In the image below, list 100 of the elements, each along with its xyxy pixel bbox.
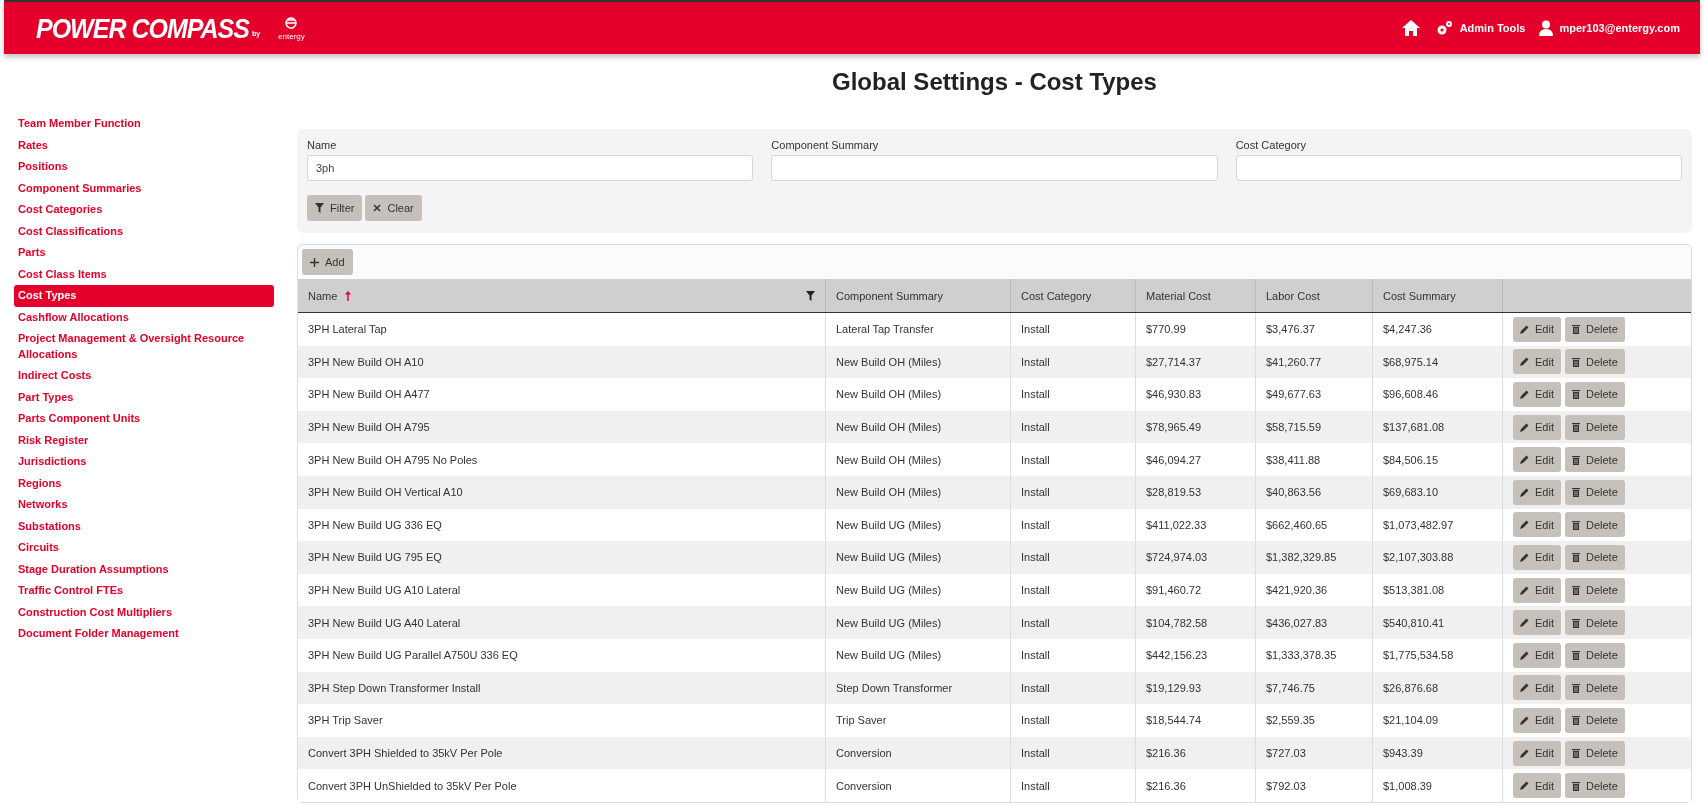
sidebar-item[interactable]: Cost Categories bbox=[14, 199, 274, 221]
table-cell: $792.03 bbox=[1256, 769, 1373, 802]
sidebar-item[interactable]: Substations bbox=[14, 515, 274, 537]
column-header[interactable]: Labor Cost bbox=[1256, 279, 1373, 312]
table-cell: Install bbox=[1011, 704, 1136, 737]
column-header[interactable]: Component Summary bbox=[826, 279, 1011, 312]
filter-icon[interactable] bbox=[806, 290, 815, 301]
delete-button[interactable]: Delete bbox=[1564, 512, 1625, 538]
edit-button[interactable]: Edit bbox=[1513, 316, 1561, 342]
delete-button[interactable]: Delete bbox=[1564, 642, 1625, 668]
sidebar-item[interactable]: Regions bbox=[14, 472, 274, 494]
pencil-icon bbox=[1520, 520, 1529, 530]
sidebar-item[interactable]: Networks bbox=[14, 494, 274, 516]
table-cell: $1,382,329.85 bbox=[1256, 541, 1373, 574]
edit-button[interactable]: Edit bbox=[1513, 773, 1561, 799]
table-cell: $40,863.56 bbox=[1256, 475, 1373, 509]
admin-tools-link[interactable]: Admin Tools bbox=[1434, 20, 1526, 36]
add-button[interactable]: Add bbox=[302, 249, 353, 275]
pencil-icon bbox=[1520, 390, 1529, 399]
sidebar-item[interactable]: Traffic Control FTEs bbox=[14, 580, 274, 602]
sort-arrow-icon[interactable] bbox=[345, 290, 352, 301]
sidebar-item[interactable]: Cost Class Items bbox=[14, 263, 274, 285]
sidebar-item[interactable]: Cost Classifications bbox=[14, 220, 274, 242]
table-cell: $96,608.46 bbox=[1373, 378, 1503, 411]
sidebar-item[interactable]: Jurisdictions bbox=[14, 451, 274, 473]
edit-button[interactable]: Edit bbox=[1513, 544, 1561, 570]
delete-button[interactable]: Delete bbox=[1564, 544, 1625, 570]
sidebar-item[interactable]: Risk Register bbox=[14, 429, 274, 451]
trash-icon bbox=[1571, 715, 1580, 726]
edit-button[interactable]: Edit bbox=[1513, 512, 1561, 538]
sidebar-item[interactable]: Cost Types bbox=[14, 285, 274, 307]
delete-button[interactable]: Delete bbox=[1564, 316, 1625, 342]
sidebar-item[interactable]: Document Folder Management bbox=[14, 623, 274, 645]
column-header[interactable]: Material Cost bbox=[1136, 279, 1256, 312]
table-cell: $21,104.09 bbox=[1373, 704, 1503, 737]
sidebar-item[interactable]: Component Summaries bbox=[14, 177, 274, 199]
sidebar-item[interactable]: Construction Cost Multipliers bbox=[14, 601, 274, 623]
user-account-link[interactable]: mper103@entergy.com bbox=[1539, 20, 1680, 36]
delete-button[interactable]: Delete bbox=[1564, 773, 1625, 799]
edit-button[interactable]: Edit bbox=[1513, 610, 1561, 636]
table-cell: $18,544.74 bbox=[1136, 704, 1256, 737]
plus-icon bbox=[310, 257, 319, 267]
table-cell: $84,506.15 bbox=[1373, 443, 1503, 476]
pencil-icon bbox=[1520, 324, 1529, 334]
delete-button[interactable]: Delete bbox=[1564, 479, 1625, 505]
edit-button[interactable]: Edit bbox=[1513, 447, 1561, 473]
delete-button[interactable]: Delete bbox=[1564, 349, 1625, 375]
delete-button[interactable]: Delete bbox=[1564, 707, 1625, 733]
edit-button[interactable]: Edit bbox=[1513, 349, 1561, 375]
filter-input-field[interactable] bbox=[771, 155, 1218, 181]
column-header[interactable]: Name bbox=[298, 279, 826, 312]
table-cell: Install bbox=[1011, 443, 1136, 476]
filter-input-field[interactable] bbox=[1235, 155, 1682, 181]
delete-button[interactable]: Delete bbox=[1564, 577, 1625, 603]
delete-button[interactable]: Delete bbox=[1564, 610, 1625, 636]
column-header[interactable]: Cost Summary bbox=[1373, 279, 1503, 312]
sidebar-item[interactable]: Part Types bbox=[14, 386, 274, 408]
trash-icon bbox=[1571, 487, 1580, 498]
table-cell: $724,974.03 bbox=[1136, 541, 1256, 574]
edit-button[interactable]: Edit bbox=[1513, 414, 1561, 440]
table-cell: Install bbox=[1011, 475, 1136, 509]
table-cell: New Build OH (Miles) bbox=[826, 443, 1011, 476]
clear-button[interactable]: Clear bbox=[365, 195, 422, 221]
edit-button[interactable]: Edit bbox=[1513, 479, 1561, 505]
table-cell: Install bbox=[1011, 313, 1136, 346]
edit-button[interactable]: Edit bbox=[1513, 642, 1561, 668]
pencil-icon bbox=[1520, 781, 1529, 791]
delete-button[interactable]: Delete bbox=[1564, 447, 1625, 473]
home-icon[interactable] bbox=[1400, 19, 1421, 37]
table-cell: 3PH New Build UG A40 Lateral bbox=[298, 606, 826, 639]
table-cell: 3PH New Build OH A477 bbox=[298, 378, 826, 411]
sidebar-item[interactable]: Circuits bbox=[14, 537, 274, 559]
sidebar-item[interactable]: Indirect Costs bbox=[14, 365, 274, 387]
sidebar-item[interactable]: Project Management & Oversight Resource Allocations bbox=[14, 328, 274, 365]
sidebar-item[interactable]: Team Member Function bbox=[14, 113, 274, 135]
sidebar-item[interactable]: Parts bbox=[14, 242, 274, 264]
table-cell: Install bbox=[1011, 638, 1136, 672]
sidebar-item[interactable]: Cashflow Allocations bbox=[14, 306, 274, 328]
table-cell: 3PH Trip Saver bbox=[298, 704, 826, 737]
sidebar-item[interactable]: Parts Component Units bbox=[14, 408, 274, 430]
column-header[interactable]: Cost Category bbox=[1011, 279, 1136, 312]
table-cell: $38,411.88 bbox=[1256, 443, 1373, 476]
filter-input-field[interactable]: 3ph bbox=[307, 155, 754, 181]
edit-button[interactable]: Edit bbox=[1513, 707, 1561, 733]
pencil-icon bbox=[1520, 650, 1529, 660]
table-cell: $49,677.63 bbox=[1256, 378, 1373, 411]
sidebar-item[interactable]: Rates bbox=[14, 134, 274, 156]
filter-button[interactable]: Filter bbox=[307, 195, 363, 221]
delete-button[interactable]: Delete bbox=[1564, 740, 1625, 766]
delete-button[interactable]: Delete bbox=[1564, 382, 1625, 407]
edit-button[interactable]: Edit bbox=[1513, 382, 1561, 407]
sidebar-item[interactable]: Stage Duration Assumptions bbox=[14, 558, 274, 580]
edit-button[interactable]: Edit bbox=[1513, 577, 1561, 603]
edit-button[interactable]: Edit bbox=[1513, 675, 1561, 701]
pencil-icon bbox=[1520, 748, 1529, 758]
sidebar-item[interactable]: Positions bbox=[14, 156, 274, 178]
delete-button[interactable]: Delete bbox=[1564, 414, 1625, 440]
delete-button[interactable]: Delete bbox=[1564, 675, 1625, 701]
edit-button[interactable]: Edit bbox=[1513, 740, 1561, 766]
logo-text: POWER COMPASS bbox=[36, 12, 249, 44]
